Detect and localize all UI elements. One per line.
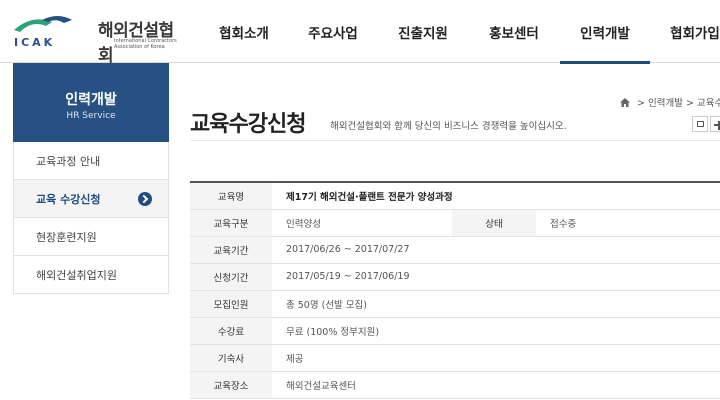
sidebar-subtitle: HR Service: [66, 111, 116, 121]
course-apply-period: 2017/05/19 ~ 2017/06/19: [272, 263, 720, 291]
course-recruit: 총 50명 (선발 모집): [272, 290, 720, 318]
nav-join[interactable]: 협회가입: [650, 0, 720, 63]
nav-support[interactable]: 진출지원: [378, 0, 468, 63]
logo-abbr: ICAK: [14, 36, 56, 49]
course-fee: 무료 (100% 정부지원): [272, 317, 720, 345]
nav-hr[interactable]: 인력개발: [560, 0, 650, 64]
row-label-name: 교육명: [190, 182, 272, 210]
row-label-status: 상태: [452, 209, 536, 237]
row-label-period: 교육기간: [190, 236, 272, 264]
site-logo[interactable]: ICAK 해외건설협회 International Contractors As…: [12, 12, 182, 66]
plus-icon: [714, 120, 720, 130]
title-divider: [190, 140, 720, 141]
zoom-in-button[interactable]: [710, 116, 720, 132]
breadcrumb-item-hr[interactable]: 인력개발: [648, 98, 683, 109]
row-label-dorm: 기숙사: [190, 344, 272, 372]
sidebar-header: 인력개발 HR Service: [13, 63, 169, 142]
sidebar-item-label: 해외건설취업지원: [36, 268, 117, 282]
course-dorm: 제공: [272, 344, 720, 372]
table-row: 교육구분 인력양성 상태 접수중: [190, 209, 720, 237]
row-label-place: 교육장소: [190, 371, 272, 399]
sidebar-item-label: 교육 수강신청: [36, 192, 101, 206]
table-row: 교육장소 해외건설교육센터: [190, 371, 720, 399]
sidebar-title: 인력개발: [65, 92, 117, 108]
page-description: 해외건설협회와 함께 당신의 비즈니스 경쟁력을 높이십시오.: [330, 121, 567, 132]
breadcrumb: > 인력개발 > 교육수강: [620, 95, 720, 109]
main-nav: 협회소개 주요사업 진출지원 홍보센터 인력개발 협회가입: [200, 0, 720, 64]
breadcrumb-item-course[interactable]: 교육수강: [697, 98, 720, 109]
sidebar-menu: 교육과정 안내 교육 수강신청 현장훈련지원 해외건설취업지원: [13, 142, 169, 294]
row-label-category: 교육구분: [190, 209, 272, 237]
home-icon[interactable]: [620, 98, 630, 107]
nav-about[interactable]: 협회소개: [200, 0, 288, 63]
sidebar-item-employment[interactable]: 해외건설취업지원: [14, 256, 168, 294]
logo-subtitle: International Contractors Association of…: [114, 38, 177, 50]
course-status: 접수중: [536, 209, 720, 237]
breadcrumb-sep: >: [686, 98, 694, 109]
course-name: 제17기 해외건설·플랜트 전문가 양성과정: [272, 182, 720, 210]
table-row: 수강료 무료 (100% 정부지원): [190, 317, 720, 345]
sidebar-item-field-training[interactable]: 현장훈련지원: [14, 218, 168, 256]
sidebar-item-course-info[interactable]: 교육과정 안내: [14, 142, 168, 180]
site-header: ICAK 해외건설협회 International Contractors As…: [0, 0, 720, 66]
nav-business[interactable]: 주요사업: [288, 0, 378, 63]
table-row: 모집인원 총 50명 (선발 모집): [190, 290, 720, 318]
table-row: 신청기간 2017/05/19 ~ 2017/06/19: [190, 263, 720, 291]
row-label-recruit: 모집인원: [190, 290, 272, 318]
row-label-apply: 신청기간: [190, 263, 272, 291]
breadcrumb-sep: >: [637, 98, 645, 109]
table-row: 교육기간 2017/06/26 ~ 2017/07/27: [190, 236, 720, 264]
course-info-table: 교육명 제17기 해외건설·플랜트 전문가 양성과정 교육구분 인력양성 상태 …: [190, 181, 720, 399]
chevron-right-icon: [138, 192, 152, 206]
row-label-fee: 수강료: [190, 317, 272, 345]
page-title: 교육수강신청: [190, 112, 306, 137]
table-row: 교육명 제17기 해외건설·플랜트 전문가 양성과정: [190, 182, 720, 210]
course-place: 해외건설교육센터: [272, 371, 720, 399]
nav-pr[interactable]: 홍보센터: [468, 0, 560, 63]
sidebar-item-label: 현장훈련지원: [36, 230, 97, 244]
print-icon: [697, 121, 704, 127]
course-period: 2017/06/26 ~ 2017/07/27: [272, 236, 720, 264]
course-category: 인력양성: [272, 209, 452, 237]
sidebar-item-label: 교육과정 안내: [36, 154, 101, 168]
table-row: 기숙사 제공: [190, 344, 720, 372]
print-button[interactable]: [692, 116, 708, 132]
sidebar-item-course-apply[interactable]: 교육 수강신청: [14, 180, 168, 218]
